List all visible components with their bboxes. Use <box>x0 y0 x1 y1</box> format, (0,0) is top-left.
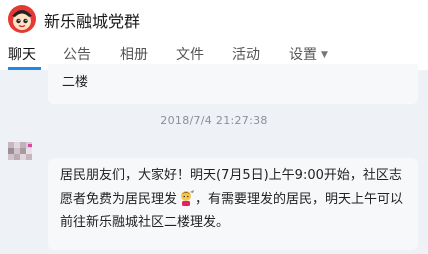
tab-files[interactable]: 文件 <box>176 44 204 64</box>
tab-settings-label: 设置 <box>289 47 317 63</box>
previous-message-text: 二楼 <box>62 75 89 90</box>
message-bubble-previous[interactable]: 二楼 <box>48 64 418 104</box>
group-avatar-icon[interactable] <box>7 4 37 34</box>
tab-announcements-label: 公告 <box>63 47 91 63</box>
group-chat-window: 新乐融城党群 聊天 公告 相册 文件 活动 设置 ▼ 二楼 2018/7/4 21… <box>0 0 428 254</box>
tab-chat[interactable]: 聊天 <box>8 44 36 64</box>
haircut-emoji-icon <box>177 189 195 206</box>
chevron-down-icon: ▼ <box>321 50 328 60</box>
tab-chat-label: 聊天 <box>8 47 36 63</box>
tab-activities-label: 活动 <box>232 47 260 63</box>
chat-area[interactable]: 二楼 2018/7/4 21:27:38 居民朋友们，大家好！明天(7月5日)上… <box>0 64 428 254</box>
tab-album[interactable]: 相册 <box>120 44 148 64</box>
tab-activities[interactable]: 活动 <box>232 44 260 64</box>
tab-files-label: 文件 <box>176 47 204 63</box>
tab-settings[interactable]: 设置 ▼ <box>289 44 328 64</box>
sender-avatar[interactable] <box>6 136 36 166</box>
chat-header: 新乐融城党群 <box>0 0 428 40</box>
message-bubble[interactable]: 居民朋友们，大家好！明天(7月5日)上午9:00开始，社区志愿者免费为居民理发 … <box>48 158 418 250</box>
message-timestamp: 2018/7/4 21:27:38 <box>160 114 268 127</box>
tab-announcements[interactable]: 公告 <box>63 44 91 64</box>
group-title: 新乐融城党群 <box>44 12 141 31</box>
tab-album-label: 相册 <box>120 47 148 63</box>
message-text: 居民朋友们，大家好！明天(7月5日)上午9:00开始，社区志愿者免费为居民理发 … <box>60 164 410 235</box>
